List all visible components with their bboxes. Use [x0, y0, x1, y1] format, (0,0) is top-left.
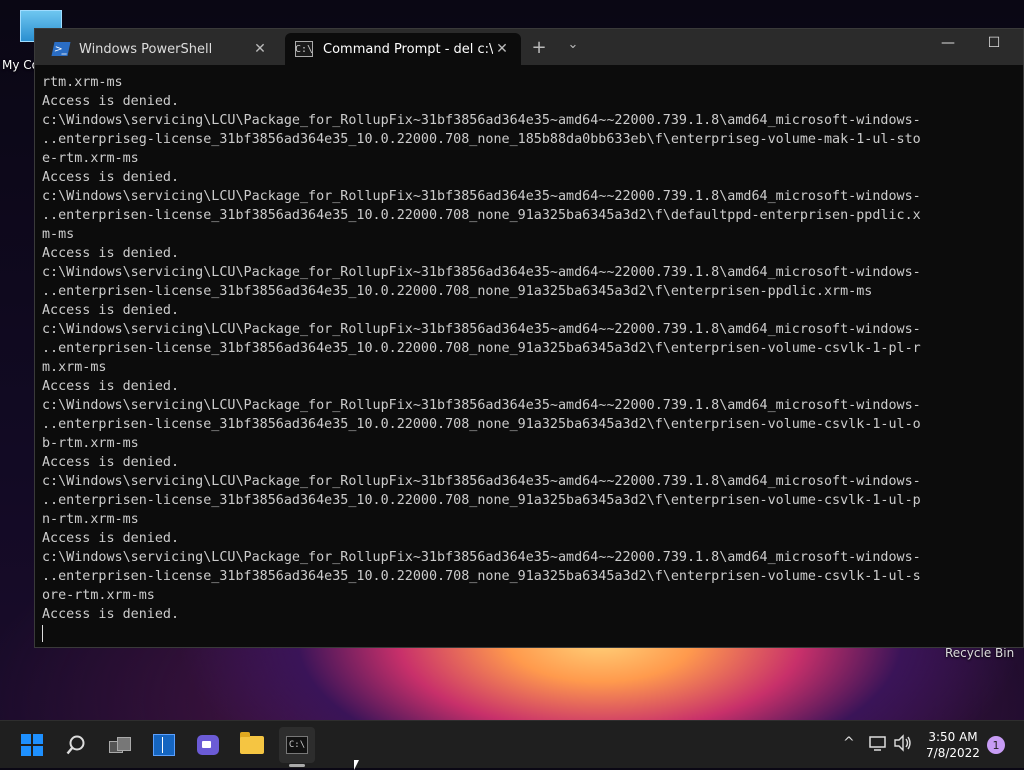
recycle-bin-desktop-icon[interactable]: Recycle Bin [945, 646, 1014, 660]
new-tab-button[interactable]: + [529, 37, 549, 58]
console-line: Access is denied. [42, 455, 180, 470]
title-bar[interactable]: >_ Windows PowerShell ✕ C:\ Command Prom… [35, 29, 1023, 65]
minimize-button[interactable]: — [925, 35, 971, 51]
teams-chat-icon [197, 735, 219, 755]
network-icon[interactable] [868, 734, 888, 752]
console-line: Access is denied. [42, 379, 180, 394]
maximize-button[interactable]: ☐ [971, 35, 1017, 51]
console-line: c:\Windows\servicing\LCU\Package_for_Rol… [42, 265, 921, 280]
console-line: Access is denied. [42, 170, 180, 185]
console-line: c:\Windows\servicing\LCU\Package_for_Rol… [42, 474, 921, 489]
mouse-pointer-icon [354, 760, 359, 770]
powershell-icon: >_ [51, 42, 71, 56]
console-line: ..enterprisen-license_31bf3856ad364e35_1… [42, 208, 921, 223]
notification-badge[interactable]: 1 [987, 736, 1005, 754]
console-line: m.xrm-ms [42, 360, 107, 375]
console-line: ..enterprisen-license_31bf3856ad364e35_1… [42, 341, 921, 356]
console-line: b-rtm.xrm-ms [42, 436, 139, 451]
console-line: ..enterprisen-license_31bf3856ad364e35_1… [42, 417, 921, 432]
show-hidden-icons-chevron-icon[interactable]: ^ [843, 735, 855, 751]
console-line: c:\Windows\servicing\LCU\Package_for_Rol… [42, 322, 921, 337]
console-line: n-rtm.xrm-ms [42, 512, 139, 527]
task-view-icon [109, 737, 131, 753]
close-tab-icon[interactable]: ✕ [493, 41, 511, 57]
recycle-bin-label: Recycle Bin [945, 646, 1015, 660]
search-button[interactable] [58, 727, 94, 763]
console-line: rtm.xrm-ms [42, 75, 123, 90]
clock-date: 7/8/2022 [926, 746, 980, 760]
active-app-indicator [289, 764, 305, 767]
close-tab-icon[interactable]: ✕ [251, 41, 269, 57]
console-line: c:\Windows\servicing\LCU\Package_for_Rol… [42, 113, 921, 128]
file-explorer-button[interactable] [234, 727, 270, 763]
console-line: ..enterprisen-license_31bf3856ad364e35_1… [42, 569, 921, 584]
file-explorer-icon [240, 732, 264, 754]
console-line: Access is denied. [42, 607, 180, 622]
console-line: c:\Windows\servicing\LCU\Package_for_Rol… [42, 550, 921, 565]
terminal-window: >_ Windows PowerShell ✕ C:\ Command Prom… [34, 28, 1024, 648]
clock-time: 3:50 AM [928, 730, 978, 744]
search-icon [66, 735, 85, 755]
console-line: c:\Windows\servicing\LCU\Package_for_Rol… [42, 189, 921, 204]
volume-icon[interactable] [893, 734, 913, 752]
console-line: ore-rtm.xrm-ms [42, 588, 155, 603]
console-line: Access is denied. [42, 303, 180, 318]
console-line: ..enterprisen-license_31bf3856ad364e35_1… [42, 284, 873, 299]
tab-windows-powershell[interactable]: >_ Windows PowerShell ✕ [43, 33, 279, 65]
console-line: ..enterprisen-license_31bf3856ad364e35_1… [42, 493, 921, 508]
teams-chat-button[interactable] [190, 727, 226, 763]
tab-command-prompt[interactable]: C:\ Command Prompt - del c:\ /s / ✕ [285, 33, 521, 65]
console-line: Access is denied. [42, 246, 180, 261]
start-icon [21, 734, 43, 756]
tab-label: Command Prompt - del c:\ /s / [323, 41, 493, 57]
taskbar: C:\ ^ 3:50 AM 7/8/2022 1 [0, 720, 1024, 768]
console-line: e-rtm.xrm-ms [42, 151, 139, 166]
console-line: ..enterpriseg-license_31bf3856ad364e35_1… [42, 132, 921, 147]
widgets-icon [153, 734, 175, 756]
tab-dropdown-chevron-icon[interactable]: ⌄ [565, 37, 581, 52]
console-line: Access is denied. [42, 94, 180, 109]
console-line: m-ms [42, 227, 75, 242]
console-line: Access is denied. [42, 531, 180, 546]
terminal-taskbar-button[interactable]: C:\ [279, 727, 315, 763]
console-line: c:\Windows\servicing\LCU\Package_for_Rol… [42, 398, 921, 413]
terminal-icon: C:\ [286, 736, 308, 754]
widgets-button[interactable] [146, 727, 182, 763]
tab-label: Windows PowerShell [79, 41, 213, 57]
task-view-button[interactable] [102, 727, 138, 763]
clock[interactable]: 3:50 AM 7/8/2022 [920, 729, 986, 761]
start-button[interactable] [14, 727, 50, 763]
console-output[interactable]: rtm.xrm-ms Access is denied. c:\Windows\se… [42, 73, 1023, 647]
cmd-icon: C:\ [295, 41, 313, 57]
text-cursor [42, 624, 43, 642]
console-prompt[interactable] [42, 624, 1023, 643]
